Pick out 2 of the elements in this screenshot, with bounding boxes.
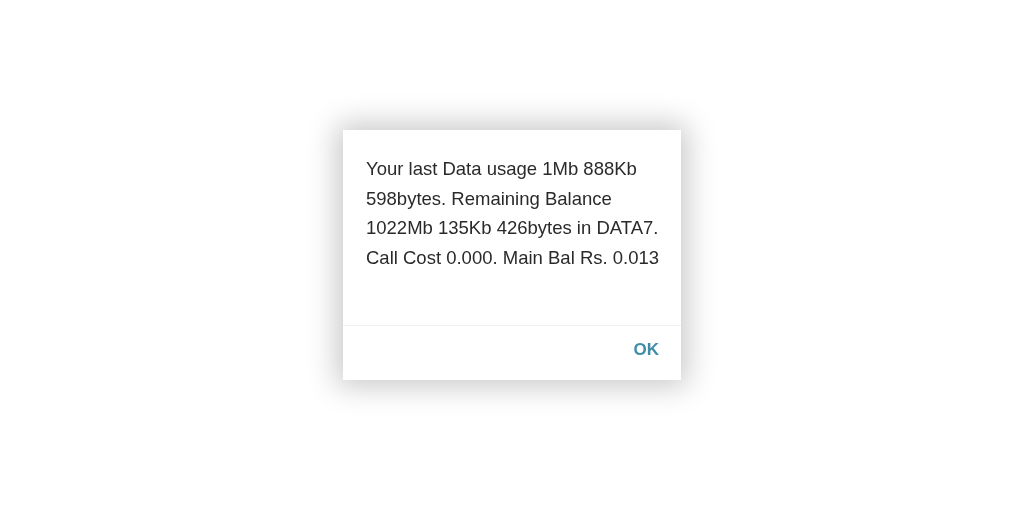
ok-button[interactable]: OK [625, 334, 667, 366]
message-text: Your last Data usage 1Mb 888Kb 598bytes. Remaining Balance 1022Mb 135Kb 426bytes in DATA7. Call Cost 0.000. Main Bal Rs. 0.013 [365, 157, 661, 270]
